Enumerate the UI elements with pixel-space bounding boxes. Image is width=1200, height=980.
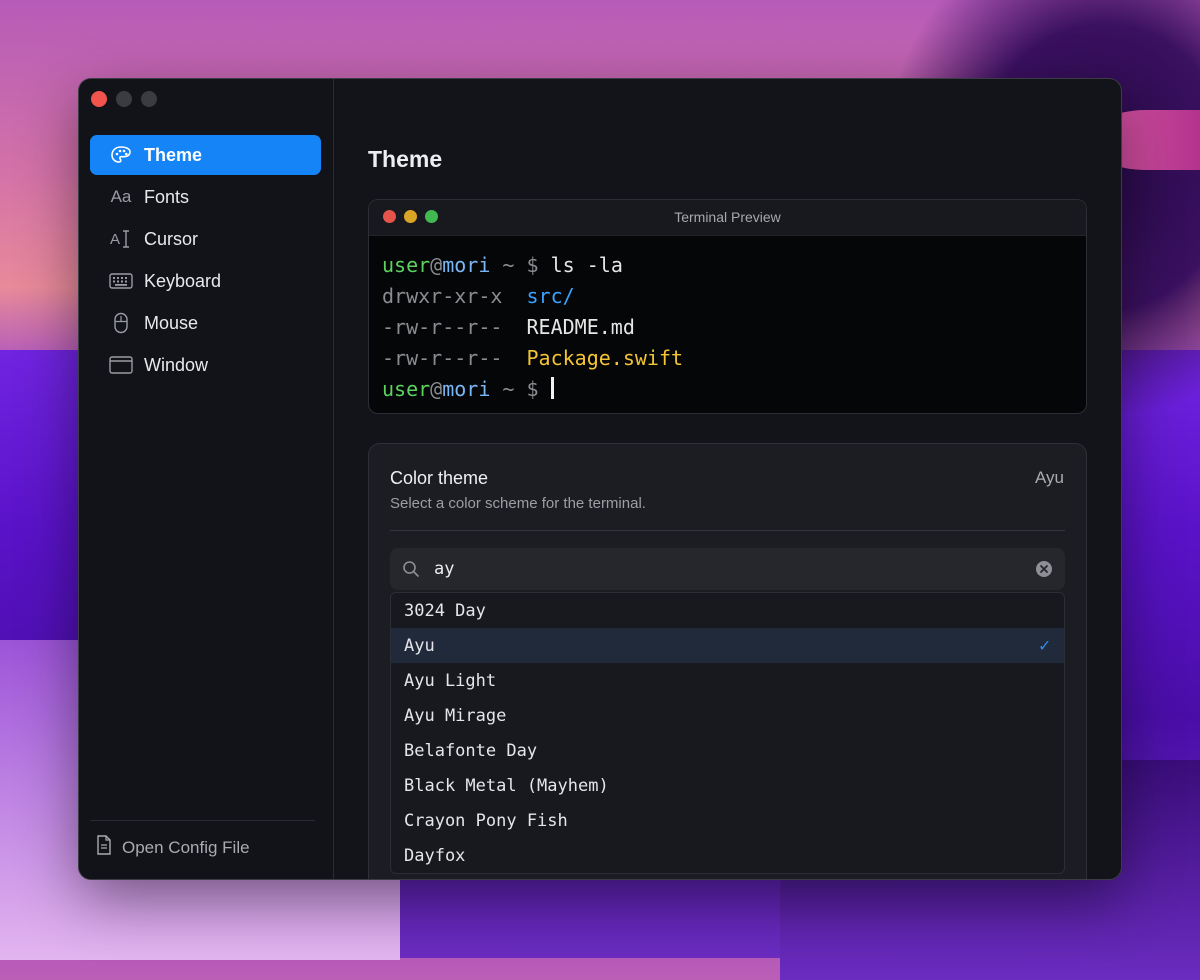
prompt-symbol: $ <box>526 377 551 401</box>
prompt-at: @ <box>430 253 443 277</box>
main-content: Theme Terminal Preview user@mori ~ $ ls … <box>334 79 1121 879</box>
clear-search-icon[interactable] <box>1035 560 1053 578</box>
file-permissions: -rw-r--r-- <box>382 315 527 339</box>
window-icon <box>106 356 136 374</box>
preview-titlebar: Terminal Preview <box>369 200 1086 236</box>
checkmark-icon: ✓ <box>1039 635 1050 656</box>
sidebar-item-cursor[interactable]: A Cursor <box>90 219 321 259</box>
prompt-host: mori <box>442 377 491 401</box>
color-theme-card: Color theme Select a color scheme for th… <box>368 443 1087 879</box>
prompt-host: mori <box>442 253 491 277</box>
file-permissions: drwxr-xr-x <box>382 284 527 308</box>
terminal-line: -rw-r--r-- README.md <box>382 312 1073 343</box>
sidebar-nav: Theme Aa Fonts A Cursor Keyboard Mouse W… <box>90 135 321 387</box>
terminal-line: user@mori ~ $ ls -la <box>382 250 1073 281</box>
file-name: README.md <box>526 315 635 339</box>
keyboard-icon <box>106 273 136 289</box>
sidebar-item-window[interactable]: Window <box>90 345 321 385</box>
open-config-button[interactable]: Open Config File <box>96 835 250 860</box>
cursor-icon: A <box>106 229 136 249</box>
sidebar-item-label: Mouse <box>144 312 199 333</box>
theme-option-label: Ayu <box>404 635 435 656</box>
color-theme-current-value: Ayu <box>1035 468 1064 487</box>
prompt-user: user <box>382 253 431 277</box>
file-name: Package.swift <box>526 346 684 370</box>
theme-option[interactable]: Dayfox <box>391 838 1064 873</box>
sidebar-item-label: Fonts <box>144 186 190 207</box>
theme-option[interactable]: Belafonte Day <box>391 733 1064 768</box>
sidebar-item-theme[interactable]: Theme <box>90 135 321 175</box>
terminal-cursor <box>550 377 554 399</box>
theme-option-selected[interactable]: Ayu ✓ <box>391 628 1064 663</box>
file-permissions: -rw-r--r-- <box>382 346 527 370</box>
theme-option-label: Belafonte Day <box>404 740 538 761</box>
theme-search-input[interactable] <box>432 558 1035 580</box>
fonts-icon: Aa <box>110 187 132 206</box>
theme-option-label: Crayon Pony Fish <box>404 810 568 831</box>
theme-option-label: Ayu Light <box>404 670 497 691</box>
file-name: src/ <box>526 284 575 308</box>
theme-option-label: Black Metal (Mayhem) <box>404 775 609 796</box>
prompt-symbol: $ <box>526 253 551 277</box>
theme-option[interactable]: Ayu Mirage <box>391 698 1064 733</box>
window-controls <box>91 91 157 107</box>
palette-icon <box>106 145 136 165</box>
theme-option-label: Dayfox <box>404 845 466 866</box>
terminal-line: user@mori ~ $ <box>382 374 1073 405</box>
prompt-command: ls -la <box>550 253 623 277</box>
theme-option-label: 3024 Day <box>404 600 486 621</box>
sidebar: Theme Aa Fonts A Cursor Keyboard Mouse W… <box>79 79 334 879</box>
theme-option[interactable]: Black Metal (Mayhem) <box>391 768 1064 803</box>
terminal-line: drwxr-xr-x src/ <box>382 281 1073 312</box>
zoom-button[interactable] <box>141 91 157 107</box>
divider <box>390 530 1065 531</box>
prompt-at: @ <box>430 377 443 401</box>
theme-option-label: Ayu Mirage <box>404 705 507 726</box>
mouse-icon <box>106 312 136 334</box>
terminal-output: user@mori ~ $ ls -la drwxr-xr-x src/-rw-r… <box>369 236 1086 413</box>
search-icon <box>402 560 422 578</box>
sidebar-item-mouse[interactable]: Mouse <box>90 303 321 343</box>
theme-option[interactable]: 3024 Day <box>391 593 1064 628</box>
theme-option[interactable]: Crayon Pony Fish <box>391 803 1064 838</box>
settings-window: Theme Aa Fonts A Cursor Keyboard Mouse W… <box>79 79 1121 879</box>
page-title: Theme <box>368 146 443 172</box>
color-theme-title: Color theme <box>390 468 489 488</box>
sidebar-item-label: Theme <box>144 144 203 165</box>
terminal-preview: Terminal Preview user@mori ~ $ ls -la drw… <box>368 199 1087 414</box>
theme-list: 3024 Day Ayu ✓ Ayu Light Ayu Mirage Belaf… <box>390 592 1065 874</box>
sidebar-item-fonts[interactable]: Aa Fonts <box>90 177 321 217</box>
sidebar-item-keyboard[interactable]: Keyboard <box>90 261 321 301</box>
close-button[interactable] <box>91 91 107 107</box>
sidebar-item-label: Cursor <box>144 228 199 249</box>
document-icon <box>96 835 112 860</box>
prompt-dir: ~ <box>490 253 527 277</box>
svg-text:A: A <box>110 231 120 248</box>
prompt-dir: ~ <box>490 377 527 401</box>
theme-option[interactable]: Ayu Light <box>391 663 1064 698</box>
color-theme-subtitle: Select a color scheme for the terminal. <box>390 495 646 512</box>
theme-search-field[interactable] <box>390 548 1065 590</box>
sidebar-footer: Open Config File <box>90 820 315 879</box>
preview-title: Terminal Preview <box>674 209 781 225</box>
sidebar-item-label: Window <box>144 354 209 375</box>
minimize-button[interactable] <box>116 91 132 107</box>
sidebar-item-label: Keyboard <box>144 270 222 291</box>
prompt-user: user <box>382 377 431 401</box>
terminal-line: -rw-r--r-- Package.swift <box>382 343 1073 374</box>
open-config-label: Open Config File <box>122 837 250 857</box>
